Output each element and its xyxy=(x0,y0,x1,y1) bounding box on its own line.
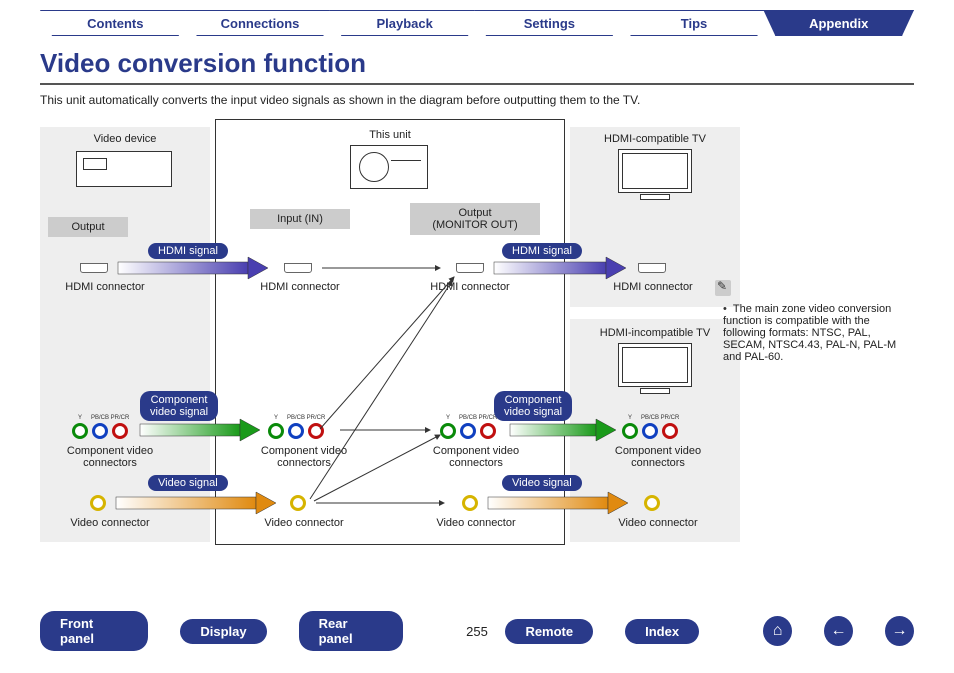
component-ports-source: Y PB/CB PR/CR xyxy=(72,423,128,439)
component-ports-in: Y PB/CB PR/CR xyxy=(268,423,324,439)
pencil-icon xyxy=(715,280,731,296)
next-icon[interactable]: → xyxy=(885,616,914,646)
signal-component-2: Componentvideo signal xyxy=(494,391,572,421)
hdmi-port-in xyxy=(284,263,312,273)
tab-playback[interactable]: Playback xyxy=(329,10,480,36)
video-port-out xyxy=(462,495,478,511)
btn-index[interactable]: Index xyxy=(625,619,699,644)
label-this-unit: This unit xyxy=(215,129,565,141)
component-ports-out: Y PB/CB PR/CR xyxy=(440,423,496,439)
signal-hdmi-2: HDMI signal xyxy=(502,243,582,259)
home-icon[interactable]: ⌂ xyxy=(763,616,792,646)
hdmi-port-out xyxy=(456,263,484,273)
note-area: The main zone video conversion function … xyxy=(715,280,915,363)
intro-text: This unit automatically converts the inp… xyxy=(40,93,914,107)
label-component-2: Component video connectors xyxy=(244,445,364,469)
tab-contents[interactable]: Contents xyxy=(40,10,191,36)
page-title: Video conversion function xyxy=(40,48,914,79)
signal-hdmi-1: HDMI signal xyxy=(148,243,228,259)
label-component-3: Component video connectors xyxy=(416,445,536,469)
pill-monitor-out-l1: Output xyxy=(458,207,491,219)
label-hdmi-connector-3: HDMI connector xyxy=(410,281,530,293)
label-hdmi-connector-2: HDMI connector xyxy=(240,281,360,293)
prev-icon[interactable]: ← xyxy=(824,616,853,646)
btn-remote[interactable]: Remote xyxy=(505,619,593,644)
note-bullet: The main zone video conversion function … xyxy=(723,303,915,363)
bottom-nav: Front panel Display Rear panel Remote In… xyxy=(40,611,914,651)
label-hdmi-tv: HDMI-compatible TV xyxy=(570,133,740,145)
btn-display[interactable]: Display xyxy=(180,619,266,644)
label-component-1: Component video connectors xyxy=(50,445,170,469)
tab-appendix[interactable]: Appendix xyxy=(763,10,914,36)
label-component-4: Component video connectors xyxy=(598,445,718,469)
signal-video-2: Video signal xyxy=(502,475,582,491)
tab-tips[interactable]: Tips xyxy=(619,10,770,36)
non-hdmi-tv-icon xyxy=(618,343,692,395)
btn-front-panel[interactable]: Front panel xyxy=(40,611,148,651)
label-video-3: Video connector xyxy=(416,517,536,529)
pill-output: Output xyxy=(48,217,128,237)
label-hdmi-connector-4: HDMI connector xyxy=(588,281,718,293)
label-video-1: Video connector xyxy=(50,517,170,529)
component-ports-tv: Y PB/CB PR/CR xyxy=(622,423,678,439)
hdmi-port-tv xyxy=(638,263,666,273)
signal-component-1: Componentvideo signal xyxy=(140,391,218,421)
pill-monitor-out-l2: (MONITOR OUT) xyxy=(432,219,517,231)
label-video-2: Video connector xyxy=(244,517,364,529)
video-port-tv xyxy=(644,495,660,511)
signal-video-1: Video signal xyxy=(148,475,228,491)
hdmi-port-source xyxy=(80,263,108,273)
video-port-source xyxy=(90,495,106,511)
top-tab-bar: Contents Connections Playback Settings T… xyxy=(0,0,954,36)
tab-settings[interactable]: Settings xyxy=(474,10,625,36)
pill-monitor-out: Output (MONITOR OUT) xyxy=(410,203,540,235)
hdmi-tv-icon xyxy=(618,149,692,201)
video-port-in xyxy=(290,495,306,511)
pill-input-in: Input (IN) xyxy=(250,209,350,229)
label-hdmi-connector-1: HDMI connector xyxy=(40,281,170,293)
av-receiver-icon xyxy=(350,145,428,189)
title-row: Video conversion function xyxy=(40,48,914,85)
label-video-device: Video device xyxy=(40,133,210,145)
label-video-4: Video connector xyxy=(598,517,718,529)
btn-rear-panel[interactable]: Rear panel xyxy=(299,611,403,651)
tab-connections[interactable]: Connections xyxy=(185,10,336,36)
video-device-icon xyxy=(76,151,172,187)
